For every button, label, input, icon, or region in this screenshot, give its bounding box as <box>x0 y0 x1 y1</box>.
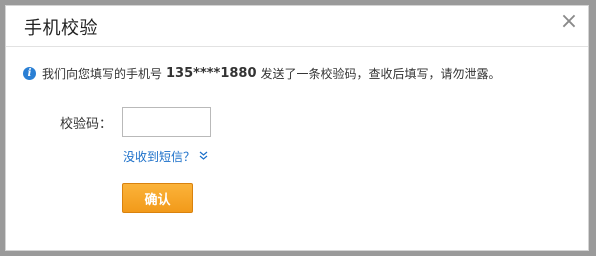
chevron-down-icon <box>199 151 208 163</box>
notice-prefix: 我们向您填写的手机号 <box>42 66 163 81</box>
dialog-title: 手机校验 <box>24 18 98 39</box>
confirm-button[interactable]: 确认 <box>122 183 193 213</box>
notice-suffix: 发送了一条校验码，查收后填写，请勿泄露。 <box>260 66 501 81</box>
info-icon: i <box>23 66 36 80</box>
no-sms-link[interactable]: 没收到短信？ <box>123 148 208 165</box>
dialog-header: 手机校验 × <box>6 6 588 47</box>
verification-code-input[interactable] <box>122 107 211 137</box>
close-icon[interactable]: × <box>558 10 580 34</box>
masked-phone-number: 135****1880 <box>166 65 257 81</box>
verification-dialog: 手机校验 × i 我们向您填写的手机号 135****1880 发送了一条校验码… <box>5 5 589 251</box>
no-sms-label: 没收到短信？ <box>123 150 196 164</box>
code-label: 校验码： <box>60 117 113 132</box>
sms-notice: i 我们向您填写的手机号 135****1880 发送了一条校验码，查收后填写，… <box>23 64 501 82</box>
